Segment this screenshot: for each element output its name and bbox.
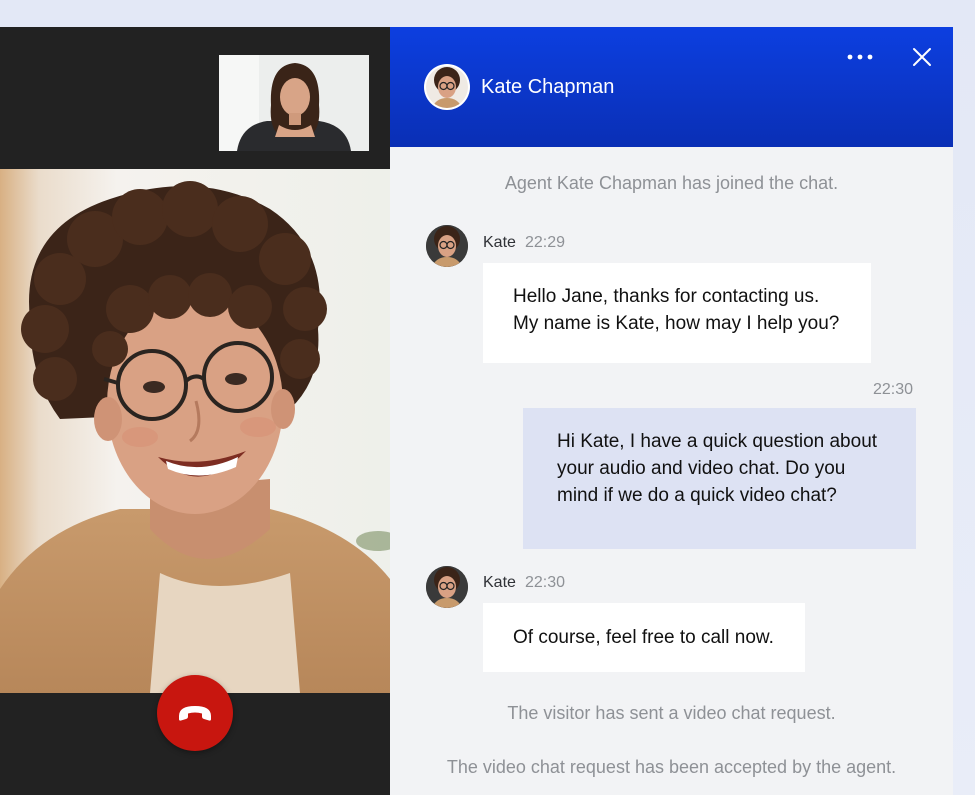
chat-panel: Kate Chapman Agent Kate Chapman has join… [390, 27, 953, 795]
self-view-video [219, 55, 369, 151]
system-message-video-request: The visitor has sent a video chat reques… [507, 703, 836, 723]
agent-message-bubble: Of course, feel free to call now. [483, 603, 805, 672]
close-chat-button[interactable] [910, 45, 934, 69]
visitor-video-image [219, 55, 369, 151]
agent-message-bubble: Hello Jane, thanks for contacting us. My… [483, 263, 871, 363]
agent-avatar-image [426, 566, 468, 608]
chat-header: Kate Chapman [390, 27, 953, 147]
agent-avatar-image [426, 66, 468, 108]
agent-avatar-image [426, 225, 468, 267]
system-message-joined: Agent Kate Chapman has joined the chat. [504, 173, 839, 193]
message-avatar [426, 225, 468, 267]
end-call-button[interactable] [157, 675, 233, 751]
message-time: 22:30 [872, 381, 913, 398]
close-icon [913, 48, 931, 66]
message-sender: Kate [483, 234, 516, 251]
more-horizontal-icon [847, 54, 873, 60]
message-time: 22:29 [525, 234, 566, 251]
system-message-video-accepted: The video chat request has been accepted… [446, 757, 897, 777]
phone-hangup-icon [179, 706, 211, 721]
visitor-message-bubble: Hi Kate, I have a quick question about y… [523, 408, 916, 549]
more-options-button[interactable] [842, 47, 878, 67]
agent-video-feed [0, 169, 390, 693]
message-time: 22:30 [525, 574, 566, 591]
message-avatar [426, 566, 468, 608]
agent-video-image [0, 169, 390, 693]
video-call-panel [0, 27, 390, 795]
agent-name: Kate Chapman [481, 76, 615, 98]
message-sender: Kate [483, 574, 516, 591]
agent-avatar [426, 66, 468, 108]
